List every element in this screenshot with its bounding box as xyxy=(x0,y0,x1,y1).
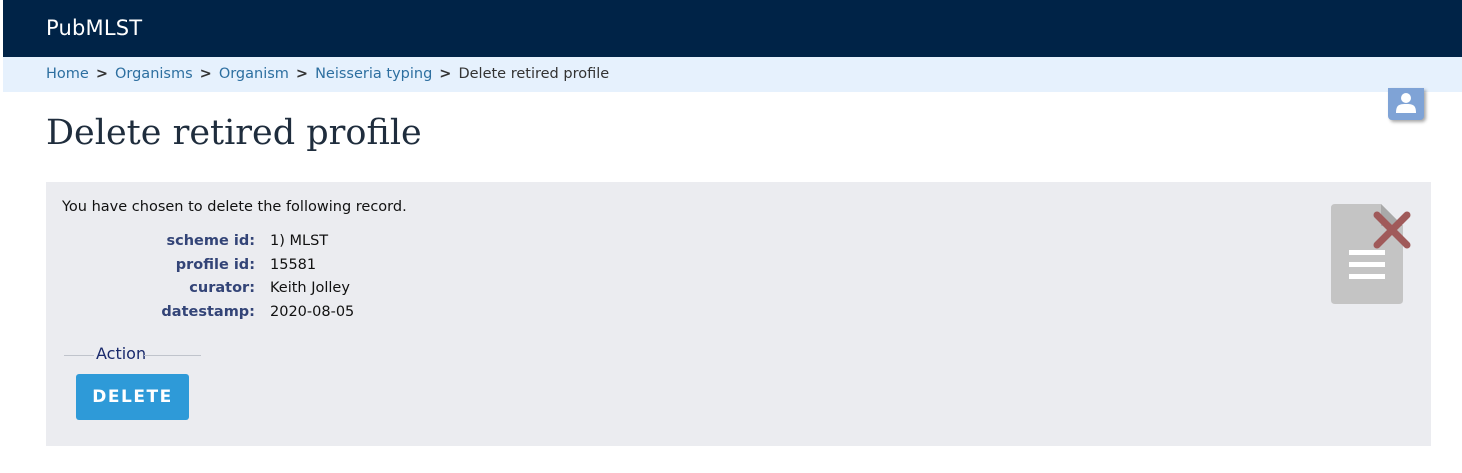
field-value: 2020-08-05 xyxy=(270,304,355,320)
user-menu-button[interactable] xyxy=(1388,88,1424,120)
breadcrumb-separator: > xyxy=(95,66,108,82)
top-header: PubMLST xyxy=(3,0,1462,57)
legend-rule xyxy=(64,355,94,356)
breadcrumb-home-link[interactable]: Home xyxy=(46,66,89,82)
breadcrumb-organisms-link[interactable]: Organisms xyxy=(115,66,193,82)
field-label: profile id: xyxy=(175,257,255,273)
breadcrumb-neisseria-typing-link[interactable]: Neisseria typing xyxy=(315,66,432,82)
legend-rule xyxy=(144,355,201,356)
field-scheme-id: scheme id: 1) MLST xyxy=(46,233,646,255)
field-curator: curator: Keith Jolley xyxy=(46,280,646,302)
breadcrumb-current: Delete retired profile xyxy=(458,66,610,82)
document-delete-icon xyxy=(1331,204,1411,304)
action-fieldset-legend: Action xyxy=(64,344,202,364)
field-value: Keith Jolley xyxy=(270,280,350,296)
breadcrumb-separator: > xyxy=(199,66,212,82)
delete-button[interactable]: DELETE xyxy=(76,374,189,420)
breadcrumb-organism-link[interactable]: Organism xyxy=(219,66,289,82)
field-value: 1) MLST xyxy=(270,233,329,249)
field-datestamp: datestamp: 2020-08-05 xyxy=(46,304,646,326)
field-label: curator: xyxy=(189,280,255,296)
field-label: datestamp: xyxy=(161,304,255,320)
breadcrumb-separator: > xyxy=(439,66,452,82)
field-label: scheme id: xyxy=(166,233,255,249)
breadcrumb-separator: > xyxy=(295,66,309,82)
brand-link[interactable]: PubMLST xyxy=(46,16,142,40)
page-title: Delete retired profile xyxy=(46,113,422,153)
intro-text: You have chosen to delete the following … xyxy=(62,199,407,215)
user-icon xyxy=(1396,93,1416,113)
action-legend-text: Action xyxy=(96,344,147,363)
breadcrumb: Home > Organisms > Organism > Neisseria typing… xyxy=(3,57,1462,92)
field-value: 15581 xyxy=(270,257,317,273)
field-profile-id: profile id: 15581 xyxy=(46,257,646,279)
record-panel: You have chosen to delete the following … xyxy=(46,182,1431,446)
